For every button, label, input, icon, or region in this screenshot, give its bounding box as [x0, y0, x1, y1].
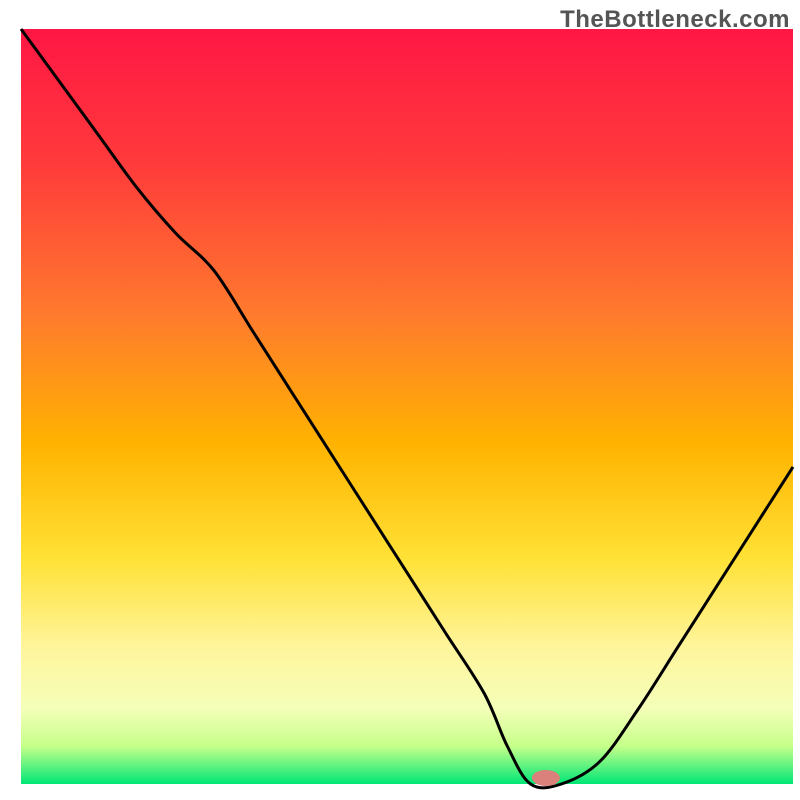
watermark-text: TheBottleneck.com [560, 6, 790, 34]
current-point-marker [532, 770, 560, 786]
chart-svg [0, 0, 800, 800]
plot-background [21, 29, 793, 784]
bottleneck-chart: TheBottleneck.com [0, 0, 800, 800]
